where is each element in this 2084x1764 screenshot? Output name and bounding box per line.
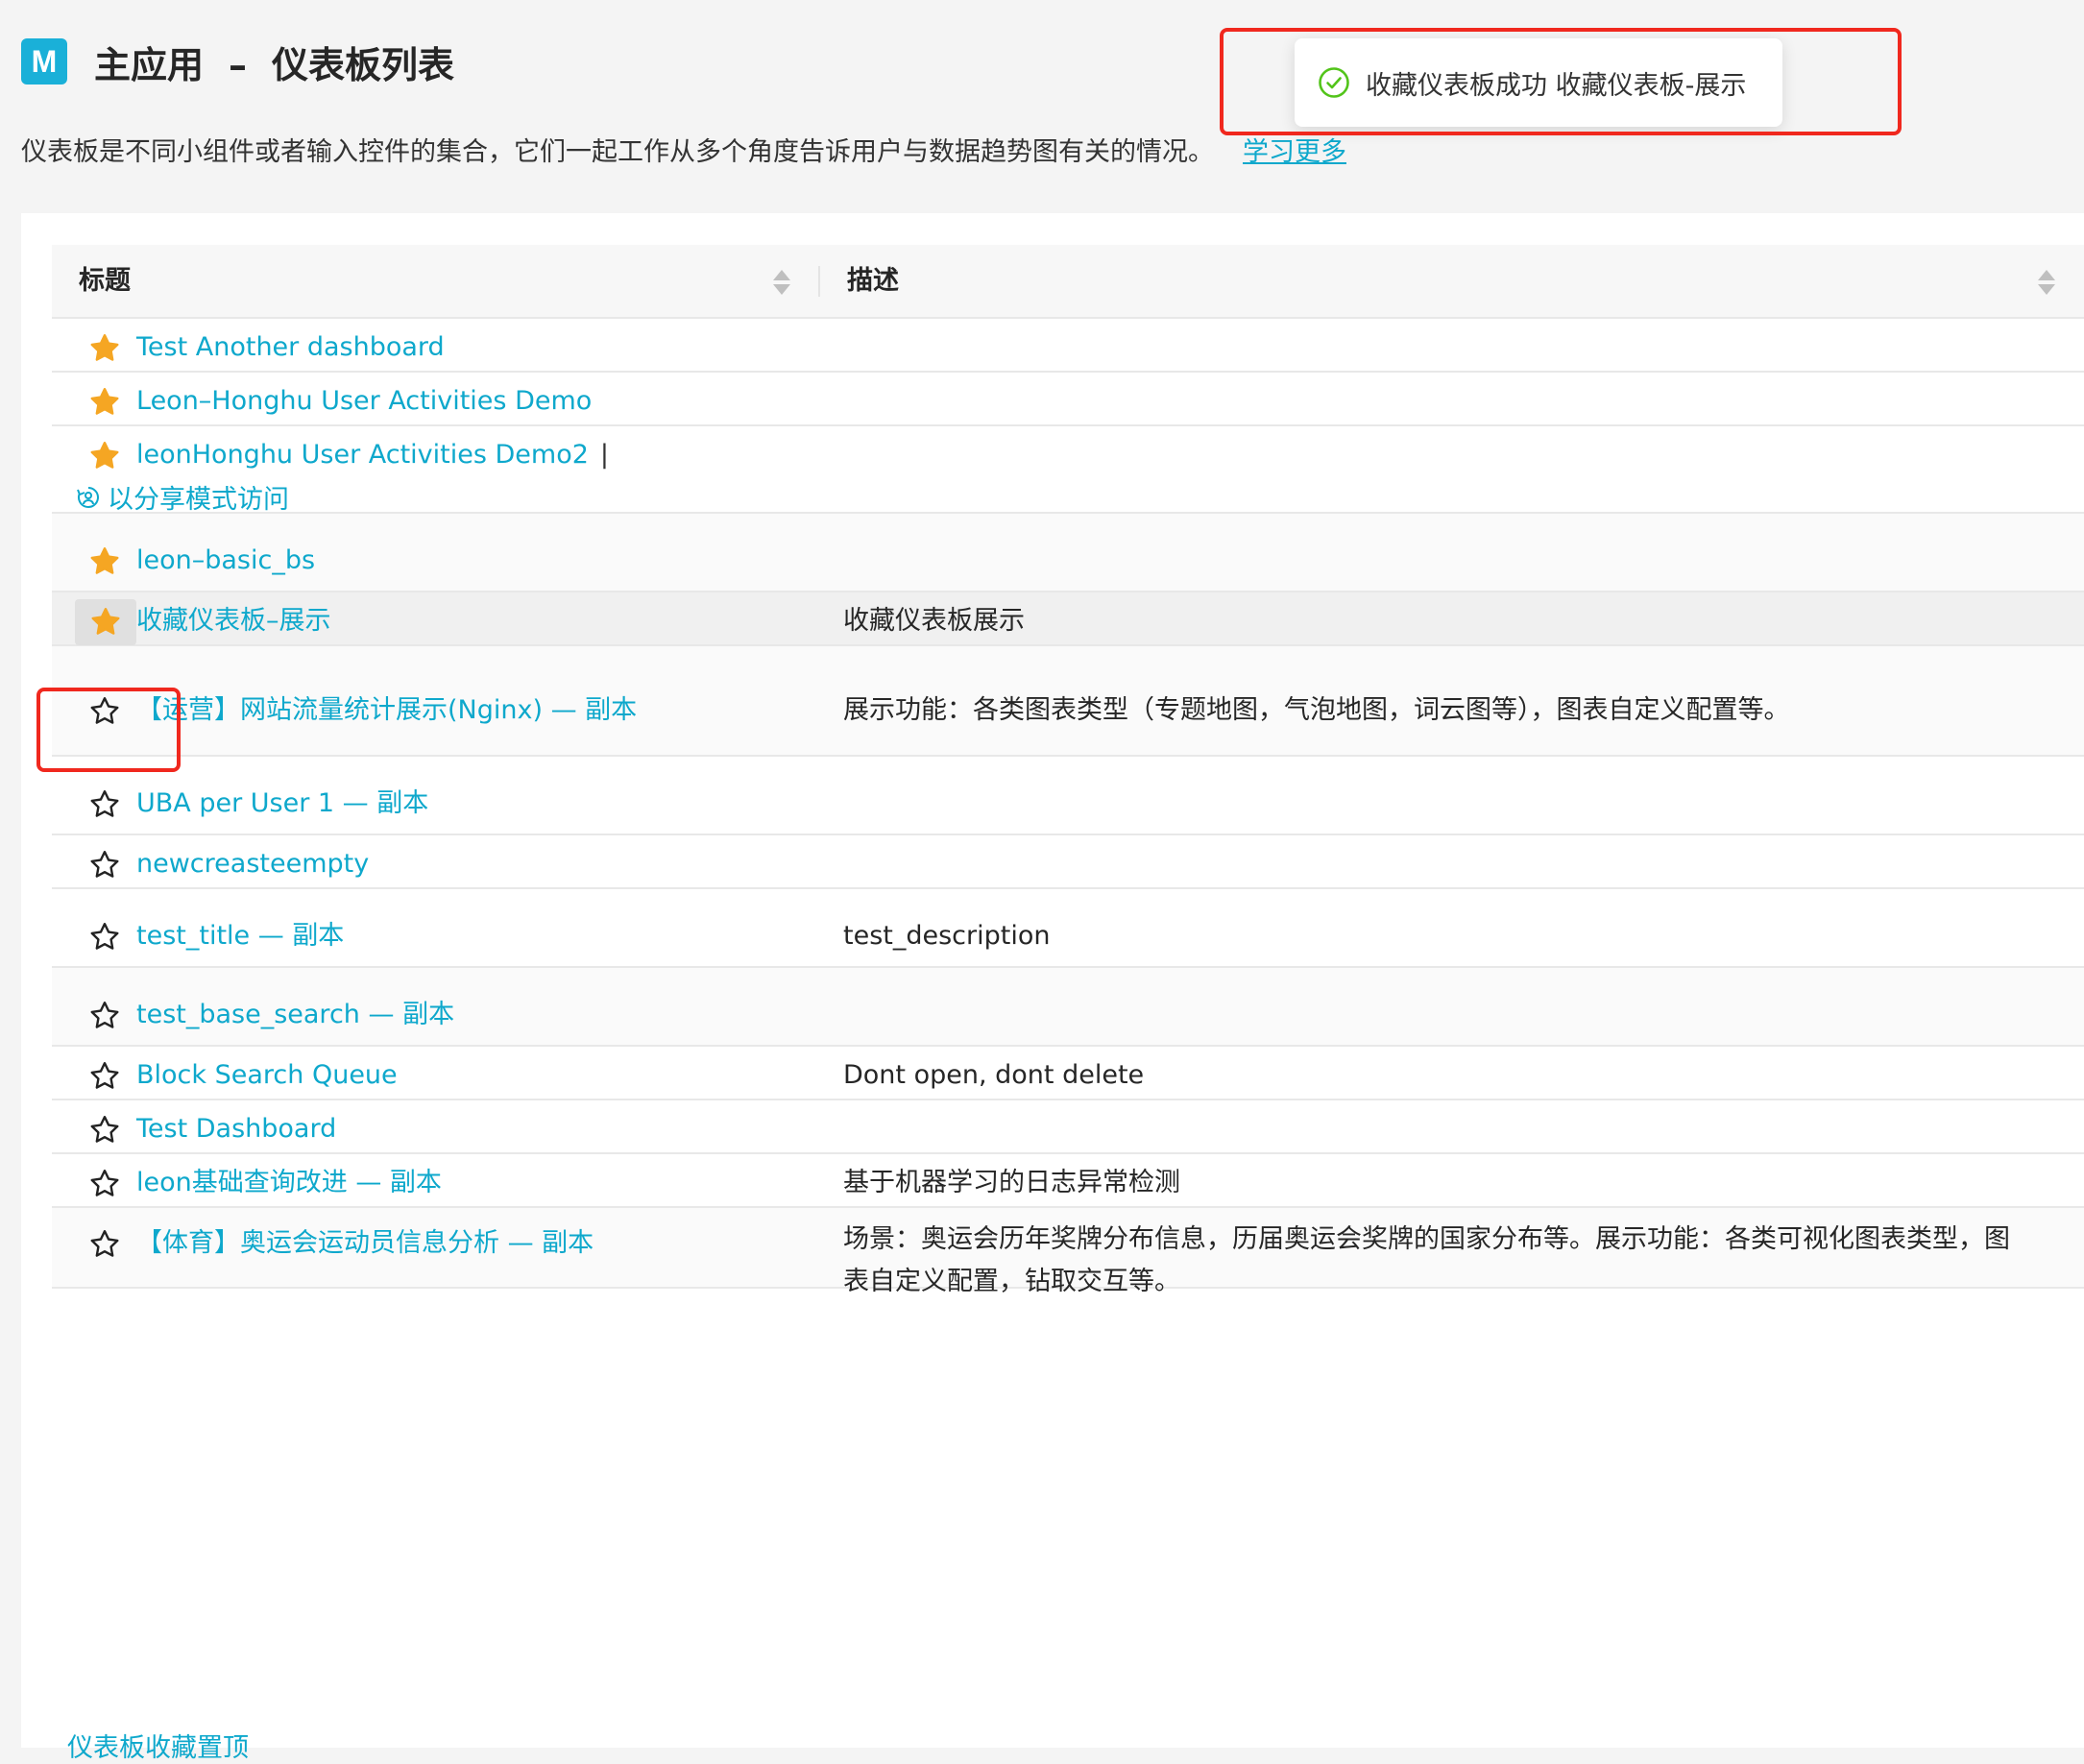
favorite-pin-item[interactable]: 仪表板收藏置顶 bbox=[67, 1727, 249, 1764]
toast-message: 收藏仪表板成功 收藏仪表板-展示 bbox=[1366, 70, 1747, 101]
star-outline-icon[interactable] bbox=[86, 998, 123, 1034]
column-header-description[interactable]: 描述 bbox=[847, 245, 899, 317]
dashboard-description: 收藏仪表板展示 bbox=[843, 606, 1025, 636]
learn-more-link[interactable]: 学习更多 bbox=[1243, 137, 1346, 167]
star-outline-icon[interactable] bbox=[86, 1226, 123, 1263]
star-filled-icon[interactable] bbox=[86, 544, 123, 580]
table-row[interactable]: 【体育】奥运会运动员信息分析 — 副本 场景：奥运会历年奖牌分布信息，历届奥运会奖… bbox=[52, 1208, 2084, 1296]
dashboard-title-link[interactable]: Block Search Queue bbox=[136, 1054, 398, 1097]
sort-title-icon[interactable] bbox=[773, 268, 790, 297]
table-row[interactable]: test_base_search — 副本 bbox=[52, 968, 2084, 1047]
dashboard-title-link[interactable]: leon–basic_bs bbox=[136, 540, 315, 582]
column-header-title[interactable]: 标题 bbox=[79, 245, 131, 317]
success-toast: 收藏仪表板成功 收藏仪表板-展示 bbox=[1295, 38, 1782, 127]
dashboard-title-link[interactable]: newcreasteempty bbox=[136, 843, 369, 885]
dashboard-description: test_description bbox=[843, 921, 1051, 951]
dashboard-description: 展示功能：各类图表类型（专题地图，气泡地图，词云图等），图表自定义配置等。 bbox=[843, 695, 1790, 725]
dashboard-description: 基于机器学习的日志异常检测 bbox=[843, 1168, 1180, 1197]
dashboard-title-link[interactable]: Test Dashboard bbox=[136, 1108, 336, 1150]
dashboard-list-panel: 标题 描述 Test Another dashboard Leon–Honghu … bbox=[21, 213, 2084, 1748]
table-row[interactable]: newcreasteempty bbox=[52, 835, 2084, 889]
table-row[interactable]: UBA per User 1 — 副本 bbox=[52, 757, 2084, 835]
title-separator: – bbox=[229, 43, 248, 86]
share-mode-label: 以分享模式访问 bbox=[108, 485, 289, 515]
page-title: 主应用 – 仪表板列表 bbox=[94, 36, 454, 88]
column-divider bbox=[818, 266, 820, 297]
dashboard-title-link[interactable]: 【运营】网站流量统计展示(Nginx) — 副本 bbox=[136, 689, 637, 732]
table-row[interactable]: Leon–Honghu User Activities Demo bbox=[52, 373, 2084, 426]
page-name: 仪表板列表 bbox=[272, 43, 455, 86]
dashboard-title-link[interactable]: leonHonghu User Activities Demo2 | bbox=[136, 434, 609, 476]
table-row[interactable]: Block Search Queue Dont open, dont delete bbox=[52, 1047, 2084, 1100]
dashboard-title-link[interactable]: test_title — 副本 bbox=[136, 915, 344, 957]
table-row[interactable]: Test Another dashboard bbox=[52, 319, 2084, 373]
check-circle-icon bbox=[1319, 67, 1349, 98]
table-row[interactable]: 收藏仪表板–展示 收藏仪表板展示 bbox=[52, 592, 2084, 646]
dashboard-title-link[interactable]: UBA per User 1 — 副本 bbox=[136, 783, 428, 825]
star-outline-icon[interactable] bbox=[86, 786, 123, 823]
dashboard-title-link[interactable]: test_base_search — 副本 bbox=[136, 994, 454, 1036]
share-icon bbox=[77, 486, 99, 508]
page-header: M 主应用 – 仪表板列表 bbox=[21, 36, 454, 86]
dashboard-table: 标题 描述 Test Another dashboard Leon–Honghu … bbox=[52, 245, 2084, 1296]
dashboard-title-link[interactable]: leon基础查询改进 — 副本 bbox=[136, 1162, 442, 1204]
table-header: 标题 描述 bbox=[52, 245, 2084, 319]
sort-description-icon[interactable] bbox=[2038, 268, 2055, 297]
star-outline-icon[interactable] bbox=[86, 1058, 123, 1095]
table-row[interactable]: test_title — 副本 test_description bbox=[52, 889, 2084, 968]
star-outline-icon[interactable] bbox=[86, 1112, 123, 1148]
table-row[interactable]: 【运营】网站流量统计展示(Nginx) — 副本 展示功能：各类图表类型（专题地图… bbox=[52, 646, 2084, 757]
star-outline-icon[interactable] bbox=[86, 919, 123, 955]
table-body: Test Another dashboard Leon–Honghu User A… bbox=[52, 319, 2084, 1296]
app-logo: M bbox=[21, 38, 67, 85]
separator-pipe: | bbox=[599, 440, 610, 470]
table-row[interactable]: leon–basic_bs bbox=[52, 514, 2084, 592]
star-outline-icon[interactable] bbox=[86, 693, 123, 730]
dashboard-description: 场景：奥运会历年奖牌分布信息，历届奥运会奖牌的国家分布等。展示功能：各类可视化图… bbox=[843, 1224, 2010, 1296]
star-filled-icon[interactable] bbox=[86, 330, 123, 367]
star-filled-icon[interactable] bbox=[86, 384, 123, 421]
star-outline-icon[interactable] bbox=[86, 1166, 123, 1202]
share-mode-link[interactable]: 以分享模式访问 bbox=[75, 478, 289, 516]
page-description: 仪表板是不同小组件或者输入控件的集合，它们一起工作从多个角度告诉用户与数据趋势图… bbox=[21, 131, 1346, 168]
star-filled-icon[interactable] bbox=[75, 599, 136, 645]
dashboard-title-link[interactable]: Leon–Honghu User Activities Demo bbox=[136, 380, 592, 423]
dashboard-description: Dont open, dont delete bbox=[843, 1060, 1145, 1090]
star-filled-icon[interactable] bbox=[86, 438, 123, 474]
dashboard-title-link[interactable]: 收藏仪表板–展示 bbox=[136, 600, 331, 642]
description-text: 仪表板是不同小组件或者输入控件的集合，它们一起工作从多个角度告诉用户与数据趋势图… bbox=[21, 137, 1214, 167]
star-outline-icon[interactable] bbox=[86, 847, 123, 883]
table-row[interactable]: leon基础查询改进 — 副本 基于机器学习的日志异常检测 bbox=[52, 1154, 2084, 1208]
table-row[interactable]: leonHonghu User Activities Demo2 | 以分享模式访问 bbox=[52, 426, 2084, 516]
app-name: 主应用 bbox=[94, 43, 205, 86]
dashboard-title-link[interactable]: Test Another dashboard bbox=[136, 326, 445, 369]
dashboard-title-link[interactable]: 【体育】奥运会运动员信息分析 — 副本 bbox=[136, 1222, 594, 1265]
table-row[interactable]: Test Dashboard bbox=[52, 1100, 2084, 1154]
